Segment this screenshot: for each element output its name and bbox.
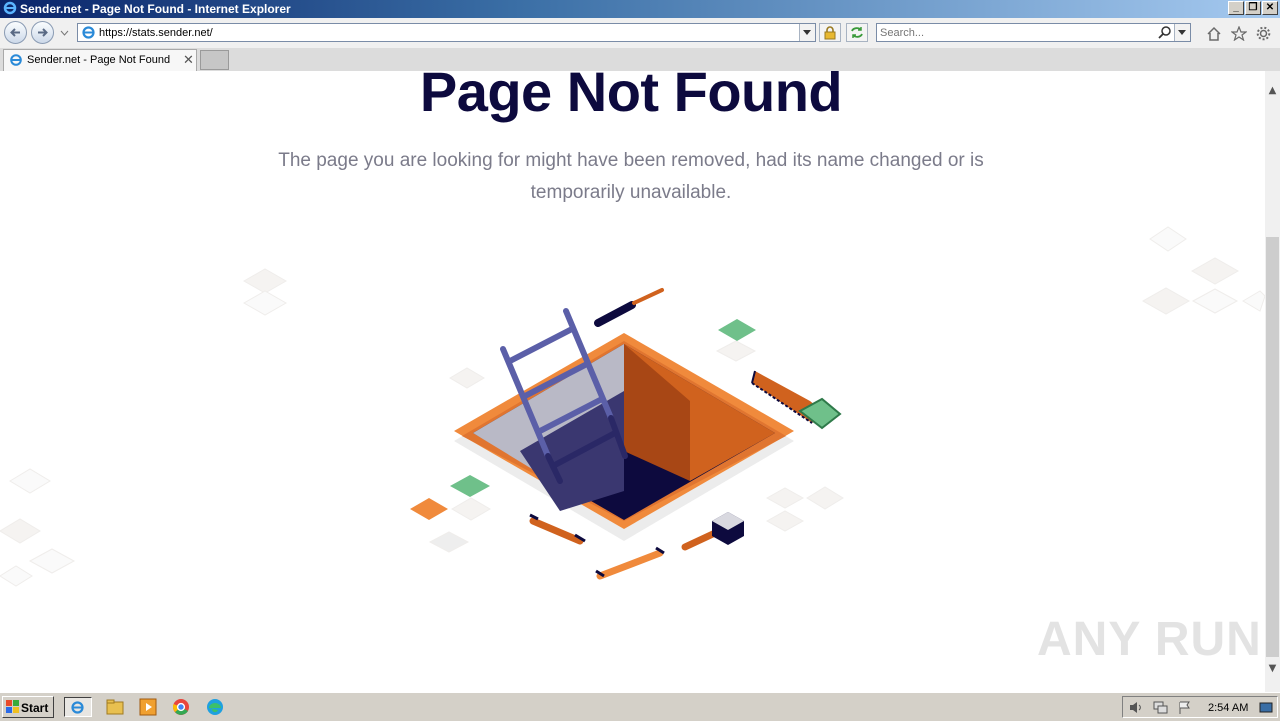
search-input[interactable] [880, 25, 1150, 40]
edge-icon[interactable] [204, 697, 226, 717]
internet-explorer-icon [71, 701, 84, 714]
system-tray [1122, 696, 1278, 718]
chrome-icon[interactable] [170, 697, 192, 717]
chevron-down-icon [1178, 30, 1186, 35]
forward-arrow-icon [38, 28, 48, 37]
address-url: https://stats.sender.net/ [99, 27, 213, 39]
favorites-star-icon[interactable] [1231, 26, 1247, 41]
search-box[interactable] [876, 23, 1191, 42]
refresh-icon [851, 27, 863, 38]
close-tab-icon[interactable]: ✕ [183, 52, 194, 68]
taskbar: Start 2:54 AM [0, 692, 1280, 721]
anyrun-watermark: ANY RUN [1037, 613, 1262, 666]
tab-sender-page-not-found[interactable]: Sender.net - Page Not Found ✕ [3, 49, 197, 71]
address-dropdown-button[interactable] [799, 24, 815, 41]
start-button[interactable]: Start [2, 696, 54, 718]
media-player-icon[interactable] [137, 697, 159, 717]
scroll-thumb[interactable] [1266, 237, 1279, 657]
restore-button[interactable]: ❐ [1245, 1, 1261, 15]
navigation-bar: https://stats.sender.net/ [0, 18, 1280, 48]
address-bar[interactable]: https://stats.sender.net/ [77, 23, 816, 42]
minimize-button[interactable]: _ [1228, 1, 1244, 15]
chevron-down-icon [803, 30, 811, 35]
page-title: Page Not Found [419, 71, 843, 123]
ie-tab-icon [10, 54, 22, 66]
ie-logo-icon [3, 1, 17, 15]
back-arrow-icon [10, 28, 20, 37]
taskbar-ie-button[interactable] [64, 697, 92, 717]
refresh-button[interactable] [846, 23, 868, 42]
history-dropdown-icon[interactable] [60, 30, 69, 36]
close-button[interactable]: ✕ [1262, 1, 1278, 15]
tab-label: Sender.net - Page Not Found [27, 54, 171, 66]
clock: 2:54 AM [1208, 702, 1249, 714]
new-tab-button[interactable] [200, 50, 229, 70]
vertical-scrollbar[interactable]: ▲ ▼ [1265, 71, 1280, 692]
back-button[interactable] [4, 21, 27, 44]
window-title-bar: Sender.net - Page Not Found - Internet E… [0, 0, 1280, 18]
page-viewport: Page Not Found The page you are looking … [0, 71, 1265, 692]
file-explorer-icon[interactable] [104, 697, 126, 717]
show-desktop-icon[interactable] [1259, 701, 1273, 714]
tab-bar: Sender.net - Page Not Found ✕ [0, 48, 1280, 72]
search-icon[interactable] [1158, 26, 1171, 39]
home-icon[interactable] [1206, 26, 1222, 41]
gear-icon[interactable] [1256, 26, 1271, 41]
search-dropdown-button[interactable] [1174, 24, 1190, 41]
ie-page-icon [82, 26, 95, 39]
error-message: The page you are looking for might have … [278, 150, 984, 203]
scroll-up-icon[interactable]: ▲ [1265, 85, 1280, 102]
network-icon[interactable] [1153, 701, 1168, 714]
windows-logo-icon [6, 700, 19, 713]
window-title: Sender.net - Page Not Found - Internet E… [20, 2, 291, 16]
forward-button[interactable] [31, 21, 54, 44]
security-lock-button[interactable] [819, 23, 841, 42]
volume-icon[interactable] [1129, 701, 1143, 714]
scroll-down-icon[interactable]: ▼ [1265, 663, 1280, 680]
flag-icon[interactable] [1178, 701, 1192, 714]
lock-icon [824, 26, 836, 40]
start-label: Start [21, 701, 49, 715]
